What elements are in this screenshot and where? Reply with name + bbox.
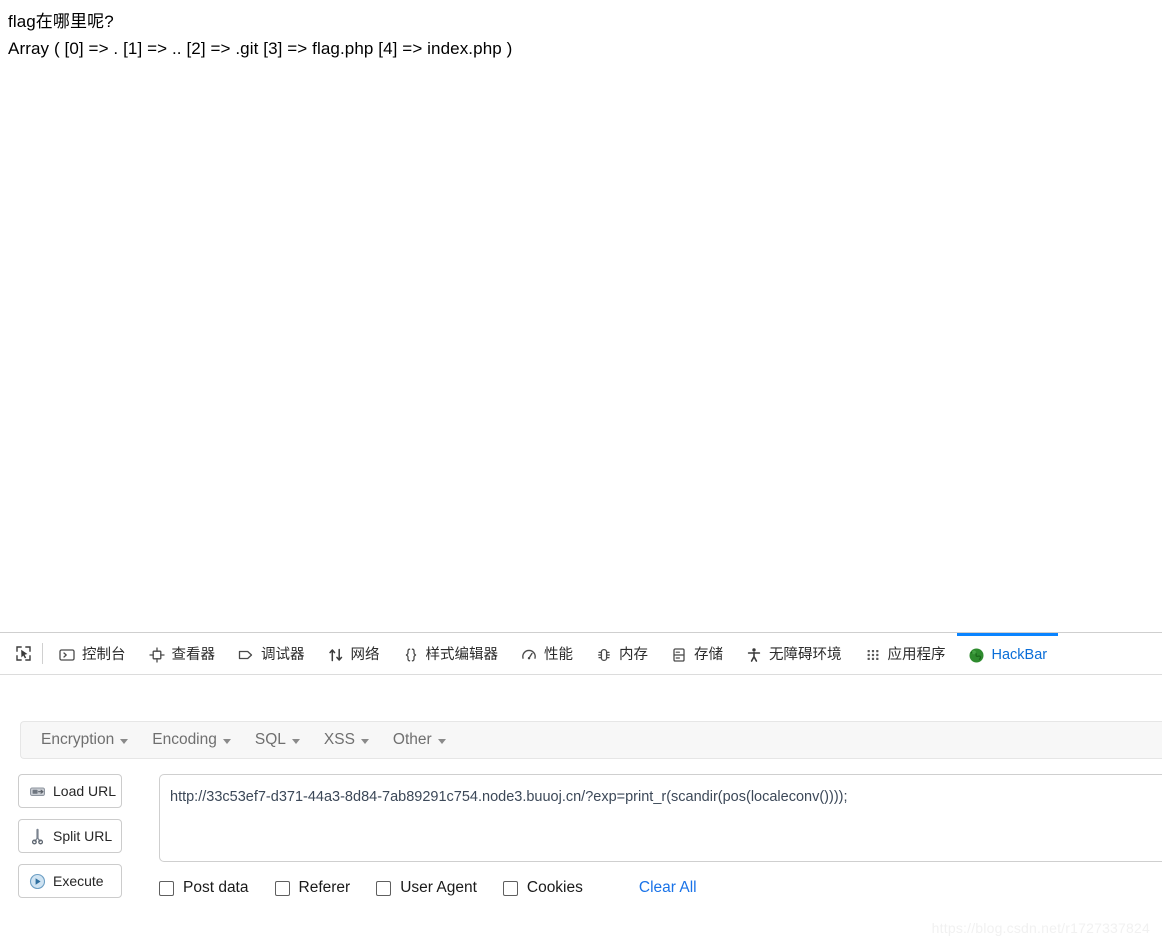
user-agent-checkbox[interactable] — [376, 880, 392, 896]
devtools-panel: 控制台 查看器 调试器 网络 样式编辑器 性能 内存 存储 无障碍环境 应用程序… — [0, 632, 1162, 948]
load-url-button-label: Load URL — [53, 783, 117, 799]
accessibility-icon — [745, 646, 763, 664]
hackbar-options-row: Post data Referer User Agent Cookies Cle… — [159, 877, 697, 899]
application-icon — [864, 646, 882, 664]
page-text-line-2: Array ( [0] => . [1] => .. [2] => .git [… — [8, 39, 513, 58]
devtools-tab-application[interactable]: 应用程序 — [853, 633, 957, 674]
toolbar-divider — [42, 643, 43, 664]
execute-button-label: Execute — [53, 873, 104, 889]
chevron-down-icon — [222, 739, 231, 744]
cookies-checkbox[interactable] — [502, 880, 518, 896]
devtools-tab-inspector[interactable]: 查看器 — [137, 633, 227, 674]
post-data-option[interactable]: Post data — [159, 879, 249, 897]
execute-button[interactable]: Execute — [18, 864, 122, 898]
page-text-line-1: flag在哪里呢? — [8, 12, 114, 31]
load-url-icon — [29, 783, 46, 800]
performance-icon — [520, 646, 538, 664]
page-content-area: flag在哪里呢? Array ( [0] => . [1] => .. [2]… — [0, 0, 1162, 632]
hackbar-menu-xss-label: XSS — [323, 731, 355, 748]
split-url-button-label: Split URL — [53, 828, 113, 844]
devtools-tab-storage-label: 存储 — [694, 646, 723, 663]
memory-icon — [595, 646, 613, 664]
devtools-tab-console-label: 控制台 — [82, 646, 126, 663]
devtools-tab-style-editor-label: 样式编辑器 — [425, 646, 499, 663]
devtools-tab-debugger-label: 调试器 — [261, 646, 305, 663]
devtools-tab-hackbar-label: HackBar — [991, 646, 1048, 663]
referer-option[interactable]: Referer — [274, 879, 351, 897]
post-data-label: Post data — [183, 879, 249, 896]
clear-all-link[interactable]: Clear All — [639, 879, 697, 897]
hackbar-action-buttons: Load URL Split URL Execute — [18, 774, 122, 909]
scissors-icon — [29, 828, 46, 845]
devtools-tab-accessibility[interactable]: 无障碍环境 — [734, 633, 853, 674]
chevron-down-icon — [360, 739, 369, 744]
element-picker-button[interactable] — [6, 633, 40, 674]
devtools-tab-memory-label: 内存 — [619, 646, 648, 663]
referer-label: Referer — [298, 879, 351, 896]
play-icon — [29, 873, 46, 890]
split-url-button[interactable]: Split URL — [18, 819, 122, 853]
load-url-button[interactable]: Load URL — [18, 774, 122, 808]
chevron-down-icon — [437, 739, 446, 744]
storage-icon — [670, 646, 688, 664]
hackbar-menu-other-label: Other — [392, 731, 432, 748]
debugger-icon — [237, 646, 255, 664]
referer-checkbox[interactable] — [274, 880, 290, 896]
url-input[interactable] — [159, 774, 1162, 862]
console-icon — [58, 646, 76, 664]
inspector-icon — [148, 646, 166, 664]
style-editor-icon — [402, 646, 420, 664]
hackbar-menu-encryption-label: Encryption — [41, 731, 115, 748]
devtools-tab-hackbar[interactable]: HackBar — [956, 633, 1059, 674]
hackbar-menu-encoding-label: Encoding — [152, 731, 217, 748]
devtools-tab-strip: 控制台 查看器 调试器 网络 样式编辑器 性能 内存 存储 无障碍环境 应用程序… — [0, 633, 1162, 675]
devtools-tab-network-label: 网络 — [350, 646, 380, 663]
devtools-tab-application-label: 应用程序 — [887, 646, 946, 663]
devtools-tab-inspector-label: 查看器 — [171, 646, 216, 663]
devtools-tab-performance-label: 性能 — [544, 646, 573, 663]
user-agent-option[interactable]: User Agent — [376, 879, 477, 897]
hackbar-menu-other[interactable]: Other — [381, 727, 458, 753]
devtools-tab-console[interactable]: 控制台 — [47, 633, 137, 674]
devtools-tab-network[interactable]: 网络 — [316, 633, 391, 674]
hackbar-panel: Encryption Encoding SQL XSS Other Load U… — [0, 675, 1162, 948]
element-picker-icon — [14, 645, 32, 663]
hackbar-menu-bar: Encryption Encoding SQL XSS Other — [20, 721, 1162, 759]
hackbar-menu-encoding[interactable]: Encoding — [140, 727, 243, 753]
devtools-tab-debugger[interactable]: 调试器 — [226, 633, 316, 674]
network-icon — [327, 646, 345, 664]
devtools-tab-accessibility-label: 无障碍环境 — [769, 646, 842, 663]
devtools-tab-style-editor[interactable]: 样式编辑器 — [391, 633, 510, 674]
hackbar-globe-icon — [968, 646, 986, 664]
cookies-option[interactable]: Cookies — [502, 879, 583, 897]
devtools-tab-memory[interactable]: 内存 — [584, 633, 659, 674]
cookies-label: Cookies — [526, 879, 583, 896]
hackbar-menu-encryption[interactable]: Encryption — [29, 727, 140, 753]
devtools-tab-storage[interactable]: 存储 — [659, 633, 734, 674]
hackbar-menu-sql[interactable]: SQL — [243, 727, 312, 753]
post-data-checkbox[interactable] — [159, 880, 174, 896]
devtools-tab-performance[interactable]: 性能 — [509, 633, 584, 674]
chevron-down-icon — [120, 739, 129, 744]
watermark-text: https://blog.csdn.net/r1727337824 — [931, 920, 1150, 936]
user-agent-label: User Agent — [400, 879, 477, 896]
hackbar-menu-sql-label: SQL — [254, 731, 286, 748]
chevron-down-icon — [291, 739, 300, 744]
hackbar-menu-xss[interactable]: XSS — [312, 727, 381, 753]
